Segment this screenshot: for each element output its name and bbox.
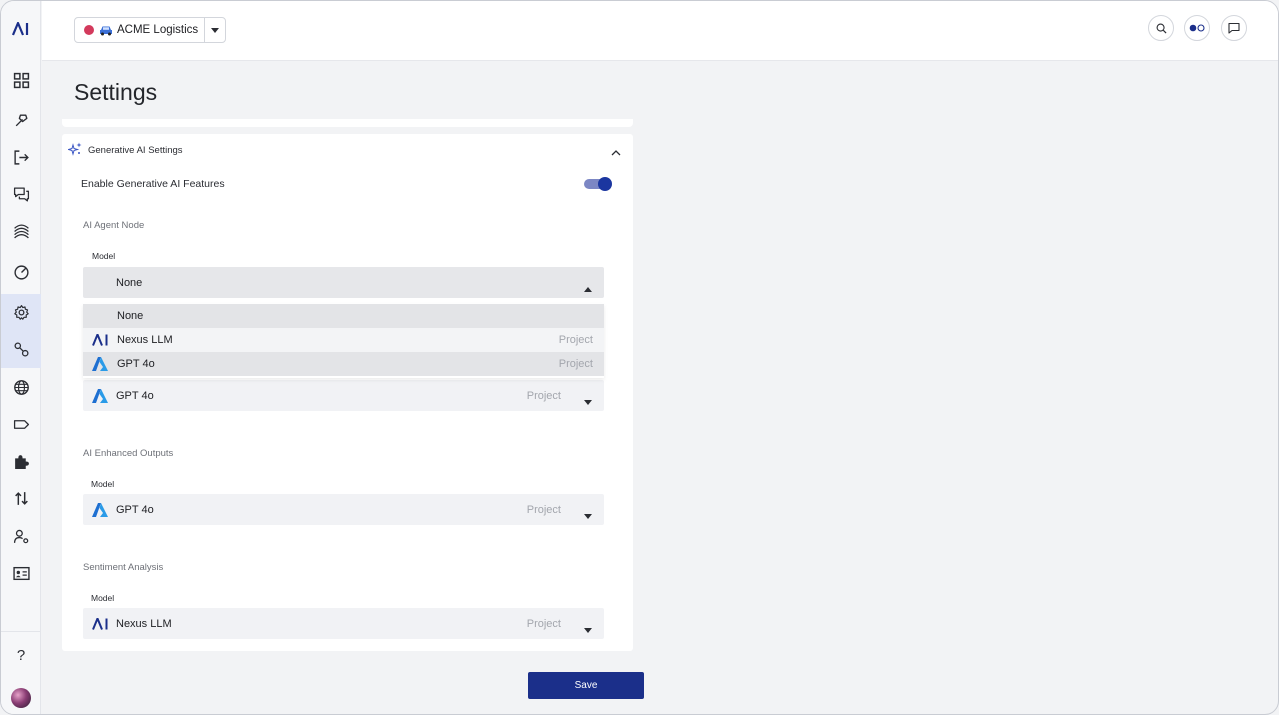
top-bar: ACME Logistics [42,1,1278,61]
option-label: None [117,310,144,322]
azure-logo-icon [92,502,109,517]
sidebar-item-tags[interactable] [1,406,41,443]
app-logo[interactable] [1,15,41,43]
message-icon [1228,22,1240,34]
sidebar-item-settings[interactable] [1,294,41,331]
page-title: Settings [74,79,158,105]
sidebar-item-build[interactable] [1,102,41,139]
sidebar-item-dashboard[interactable] [1,62,41,99]
agent-secondary-model-value: GPT 4o [116,389,154,402]
link-nodes-icon [13,342,29,357]
caret-down-icon [584,620,592,638]
sidebar-item-globe[interactable] [1,369,41,406]
outputs-model-select[interactable]: GPT 4o Project [83,494,604,525]
sidebar-divider [1,631,41,632]
toggle-knob [598,177,612,191]
car-icon [99,25,113,36]
user-gear-icon [13,529,28,544]
card-title: Generative AI Settings [88,145,183,156]
swap-vertical-icon [14,492,28,505]
sentiment-analysis-title: Sentiment Analysis [83,562,164,573]
generative-ai-settings-card: Generative AI Settings Enable Generative… [62,134,633,651]
sidebar-item-contacts[interactable] [1,555,41,592]
azure-logo-icon [92,357,109,371]
agent-model-select[interactable]: None [83,267,604,298]
outputs-model-tag: Project [526,503,561,516]
sentiment-model-select[interactable]: Nexus LLM Project [83,608,604,639]
puzzle-icon [14,455,29,469]
agent-secondary-model-tag: Project [526,389,561,402]
project-name: ACME Logistics [117,24,199,36]
option-tag: Project [558,358,593,370]
sidebar-item-layers[interactable] [1,213,41,250]
outputs-model-value: GPT 4o [116,503,154,516]
chat-icon [13,187,29,202]
previous-card-edge [62,119,633,127]
caret-up-icon [584,279,592,297]
sentiment-model-value: Nexus LLM [116,617,172,630]
app-window: ? ACME Logistics Settings Generative AI … [0,0,1279,715]
enable-genai-label: Enable Generative AI Features [81,178,225,190]
nexus-logo-icon [12,22,29,36]
dropdown-option-gpt-4o[interactable]: GPT 4o Project [83,352,604,376]
sentiment-model-tag: Project [526,617,561,630]
save-button[interactable]: Save [528,672,644,699]
hammer-icon [15,114,28,127]
option-label: Nexus LLM [117,334,173,346]
sidebar-item-conversations[interactable] [1,176,41,213]
id-card-icon [12,566,30,581]
dots-toggle-icon [1189,24,1205,32]
toggle-view-button[interactable] [1184,15,1210,41]
globe-icon [13,380,29,395]
project-color-dot [84,25,94,35]
sidebar-item-analytics[interactable] [1,254,41,291]
pie-chart-icon [13,265,29,280]
layers-icon [13,224,29,239]
nexus-logo-icon [92,334,109,346]
sidebar-item-deploy[interactable] [1,139,41,176]
caret-down-icon [584,392,592,410]
agent-model-value: None [116,276,143,289]
sentiment-model-label: Model [91,593,115,603]
grid-icon [13,72,29,89]
azure-logo-icon [92,388,109,403]
chevron-down-icon[interactable] [204,18,225,42]
tag-icon [13,420,29,429]
sidebar-item-extensions[interactable] [1,443,41,480]
caret-down-icon [584,506,592,524]
option-tag: Project [558,334,593,346]
agent-model-label: Model [92,251,116,261]
sparkles-icon [66,142,82,161]
enable-genai-toggle[interactable] [584,177,612,191]
search-icon [1156,23,1167,34]
outputs-model-label: Model [91,479,115,489]
agent-secondary-model-select[interactable]: GPT 4o Project [83,380,604,411]
sidebar-item-integrations[interactable] [1,331,41,368]
sidebar-item-user-settings[interactable] [1,518,41,555]
ai-enhanced-outputs-title: AI Enhanced Outputs [83,448,174,459]
avatar[interactable] [11,688,31,708]
search-button[interactable] [1148,15,1174,41]
chevron-up-icon[interactable] [611,143,621,161]
messages-button[interactable] [1221,15,1247,41]
ai-agent-node-title: AI Agent Node [83,220,145,231]
dropdown-option-none[interactable]: None [83,304,604,328]
sidebar-item-transfer[interactable] [1,480,41,517]
nexus-logo-icon [92,617,109,630]
exit-icon [13,150,29,165]
dropdown-option-nexus-llm[interactable]: Nexus LLM Project [83,328,604,352]
option-label: GPT 4o [117,358,155,370]
help-button[interactable]: ? [1,644,41,666]
agent-model-dropdown: None Nexus LLM Project GPT 4o Project [83,304,604,378]
gear-icon [13,305,29,320]
sidebar: ? [1,1,41,714]
project-selector[interactable]: ACME Logistics [74,17,226,43]
